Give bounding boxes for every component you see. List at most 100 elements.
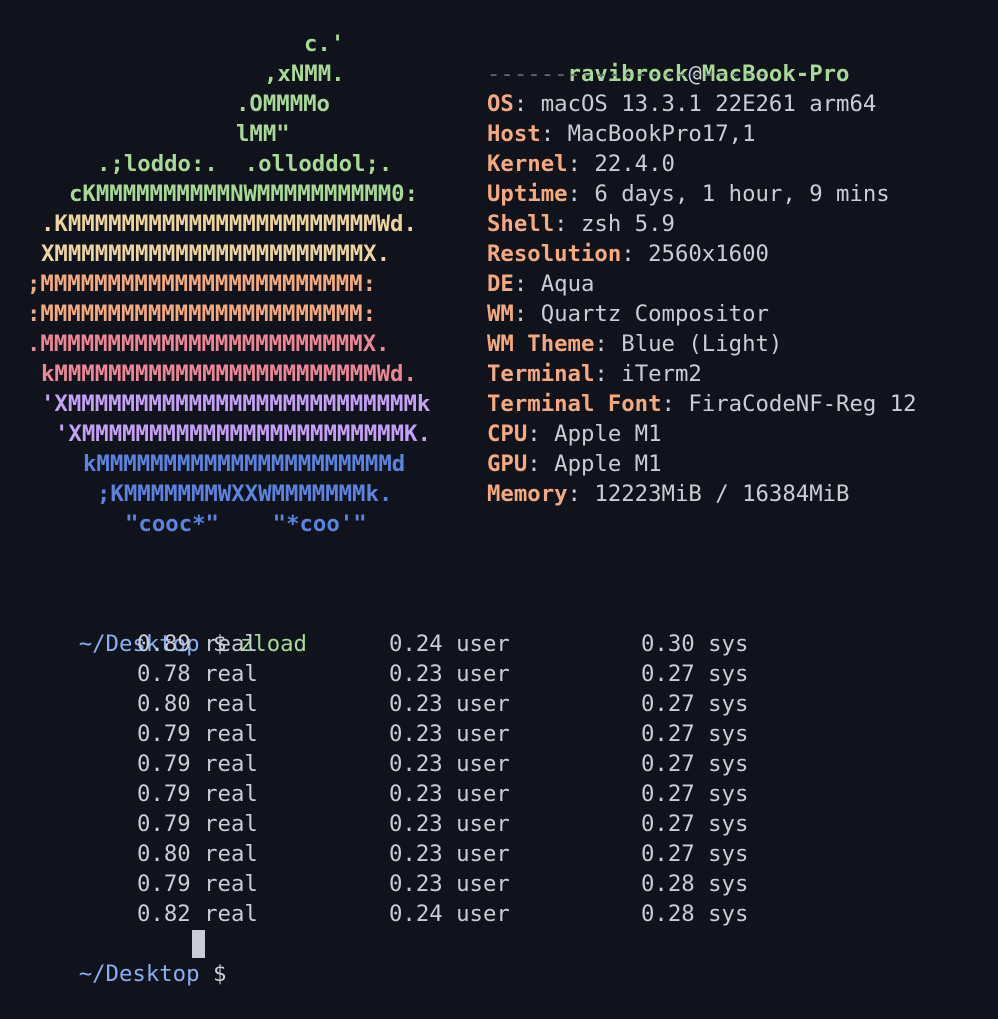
- logo-line: .MMMMMMMMMMMMMMMMMMMMMMMMX.: [27, 331, 390, 357]
- logo-line: ,xNMM.: [264, 61, 345, 87]
- result-row: 0.79 real 0.23 user 0.27 sys: [0, 749, 998, 779]
- logo-line: .;loddo:. .olloddol;.: [97, 151, 393, 177]
- prompt-path: ~/Desktop: [78, 961, 200, 987]
- real-time: 0.78 real: [137, 661, 258, 687]
- info-value: Apple M1: [554, 451, 662, 477]
- user-time: 0.23 user: [389, 781, 510, 807]
- info-key: Kernel: [487, 151, 568, 177]
- info-value: Apple M1: [554, 421, 662, 447]
- info-value: FiraCodeNF-Reg 12: [688, 391, 917, 417]
- logo-line: lMM": [236, 121, 290, 147]
- info-row-resolution: Resolution: 2560x1600: [487, 241, 769, 267]
- result-row: 0.80 real 0.23 user 0.27 sys: [0, 839, 998, 869]
- result-row: 0.89 real 0.24 user 0.30 sys: [0, 629, 998, 659]
- result-row: 0.79 real 0.23 user 0.27 sys: [0, 779, 998, 809]
- real-time: 0.79 real: [137, 721, 258, 747]
- logo-line: kMMMMMMMMMMMMMMMMMMMMMMd: [83, 451, 406, 477]
- info-row-wm: WM: Quartz Compositor: [487, 301, 769, 327]
- sys-time: 0.27 sys: [641, 751, 749, 777]
- sys-time: 0.27 sys: [641, 811, 749, 837]
- info-row-os: OS: macOS 13.3.1 22E261 arm64: [487, 91, 877, 117]
- info-row-kernel: Kernel: 22.4.0: [487, 151, 675, 177]
- title-separator: ---------------------: [487, 61, 769, 87]
- info-key: Memory: [487, 481, 568, 507]
- sys-time: 0.27 sys: [641, 691, 749, 717]
- info-row-terminal: Terminal: iTerm2: [487, 361, 702, 387]
- logo-line: ;KMMMMMMMWXXWMMMMMMMk.: [97, 481, 393, 507]
- logo-line: cKMMMMMMMMMMNWMMMMMMMMMM0:: [69, 181, 419, 207]
- logo-line: 'XMMMMMMMMMMMMMMMMMMMMMMMMK.: [55, 421, 431, 447]
- real-time: 0.79 real: [137, 751, 258, 777]
- text-cursor[interactable]: [192, 930, 205, 958]
- user-time: 0.24 user: [389, 901, 510, 927]
- command-prompt-line: ~/Desktop $ zload: [25, 599, 307, 657]
- logo-line: 'XMMMMMMMMMMMMMMMMMMMMMMMMMMk: [41, 391, 431, 417]
- info-value: Quartz Compositor: [540, 301, 769, 327]
- info-key: DE: [487, 271, 514, 297]
- info-value: 2560x1600: [648, 241, 769, 267]
- info-value: 12223MiB / 16384MiB: [594, 481, 850, 507]
- logo-line: .KMMMMMMMMMMMMMMMMMMMMMMMWd.: [41, 211, 417, 237]
- info-row-shell: Shell: zsh 5.9: [487, 211, 675, 237]
- info-value: MacBookPro17,1: [567, 121, 756, 147]
- logo-line: kMMMMMMMMMMMMMMMMMMMMMMMMWd.: [41, 361, 417, 387]
- real-time: 0.79 real: [137, 871, 258, 897]
- info-row-host: Host: MacBookPro17,1: [487, 121, 756, 147]
- info-key: WM: [487, 301, 514, 327]
- info-key: Host: [487, 121, 541, 147]
- info-key: OS: [487, 91, 514, 117]
- terminal-window[interactable]: c.' ,xNMM. .OMMMMo lMM" .;loddo:. .ollod…: [0, 0, 998, 987]
- info-key: Terminal: [487, 361, 595, 387]
- prompt-symbol: $: [212, 961, 227, 987]
- info-key: WM Theme: [487, 331, 595, 357]
- info-value: 6 days, 1 hour, 9 mins: [594, 181, 890, 207]
- info-value: 22.4.0: [594, 151, 675, 177]
- result-row: 0.79 real 0.23 user 0.27 sys: [0, 719, 998, 749]
- logo-line: .OMMMMo: [236, 91, 330, 117]
- logo-line: :MMMMMMMMMMMMMMMMMMMMMMMM:: [27, 301, 377, 327]
- info-value: Blue (Light): [621, 331, 783, 357]
- result-row: 0.79 real 0.23 user 0.28 sys: [0, 869, 998, 899]
- info-value: iTerm2: [621, 361, 702, 387]
- result-row: 0.79 real 0.23 user 0.27 sys: [0, 809, 998, 839]
- sys-time: 0.28 sys: [641, 871, 749, 897]
- info-key: CPU: [487, 421, 528, 447]
- logo-line: ;MMMMMMMMMMMMMMMMMMMMMMMM:: [27, 271, 377, 297]
- real-time: 0.80 real: [137, 841, 258, 867]
- info-key: GPU: [487, 451, 528, 477]
- user-time: 0.23 user: [389, 661, 510, 687]
- info-key: Terminal Font: [487, 391, 662, 417]
- info-key: Uptime: [487, 181, 568, 207]
- real-time: 0.82 real: [137, 901, 258, 927]
- info-row-cpu: CPU: Apple M1: [487, 421, 662, 447]
- user-time: 0.23 user: [389, 721, 510, 747]
- sys-time: 0.30 sys: [641, 631, 749, 657]
- info-value: zsh 5.9: [580, 211, 675, 237]
- info-row-gpu: GPU: Apple M1: [487, 451, 662, 477]
- user-host-title: ravibrock@MacBook-Pro: [487, 29, 850, 87]
- user-time: 0.23 user: [389, 871, 510, 897]
- logo-line: XMMMMMMMMMMMMMMMMMMMMMMMX.: [41, 241, 391, 267]
- info-value: Aqua: [540, 271, 595, 297]
- result-row: 0.78 real 0.23 user 0.27 sys: [0, 659, 998, 689]
- sys-time: 0.28 sys: [641, 901, 749, 927]
- info-row-terminal-font: Terminal Font: FiraCodeNF-Reg 12: [487, 391, 917, 417]
- user-time: 0.23 user: [389, 841, 510, 867]
- real-time: 0.80 real: [137, 691, 258, 717]
- sys-time: 0.27 sys: [641, 721, 749, 747]
- info-row-wm-theme: WM Theme: Blue (Light): [487, 331, 783, 357]
- info-row-memory: Memory: 12223MiB / 16384MiB: [487, 481, 850, 507]
- info-key: Resolution: [487, 241, 622, 267]
- result-row: 0.80 real 0.23 user 0.27 sys: [0, 689, 998, 719]
- result-row: 0.82 real 0.24 user 0.28 sys: [0, 899, 998, 929]
- real-time: 0.89 real: [137, 631, 258, 657]
- sys-time: 0.27 sys: [641, 781, 749, 807]
- sys-time: 0.27 sys: [641, 841, 749, 867]
- user-time: 0.23 user: [389, 751, 510, 777]
- user-time: 0.23 user: [389, 691, 510, 717]
- sys-time: 0.27 sys: [641, 661, 749, 687]
- info-key: Shell: [487, 211, 555, 237]
- user-time: 0.24 user: [389, 631, 510, 657]
- logo-line: c.': [304, 31, 345, 57]
- info-row-de: DE: Aqua: [487, 271, 595, 297]
